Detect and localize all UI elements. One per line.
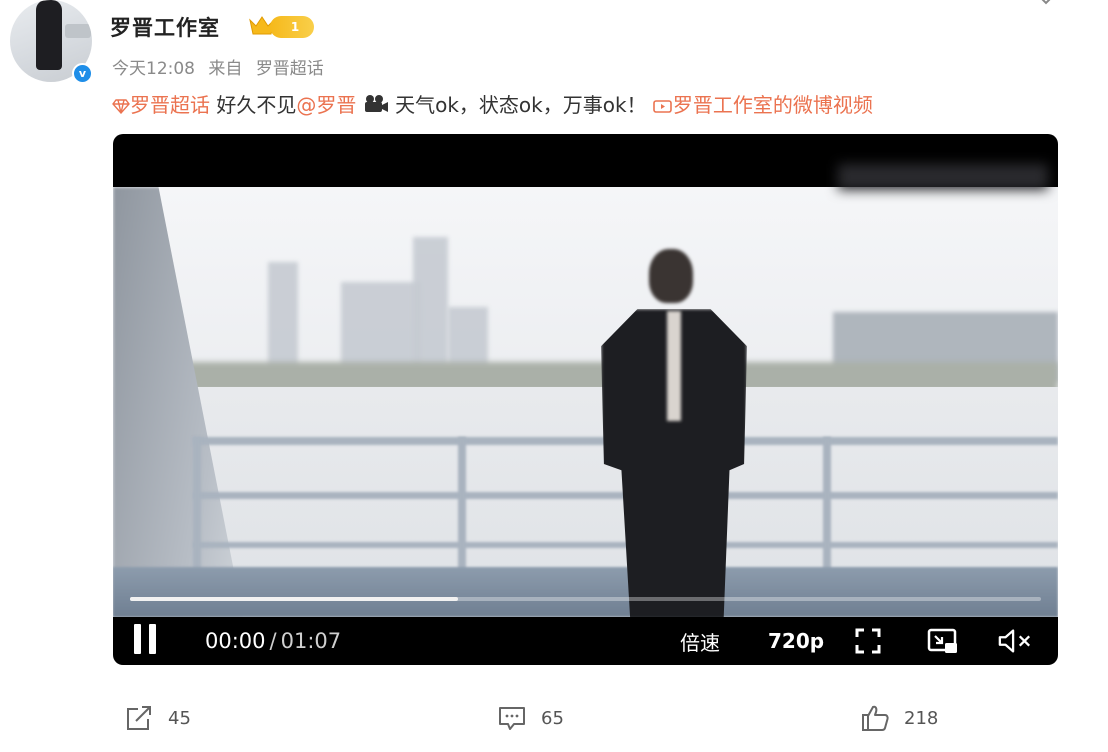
post-time[interactable]: 今天12:08: [112, 59, 195, 79]
comment-button[interactable]: 65: [497, 696, 564, 740]
time-display: 00:00 / 01:07: [205, 617, 341, 665]
post-actions: 45 65 218: [0, 696, 1108, 740]
comment-icon: [499, 707, 525, 730]
time-separator: /: [269, 629, 277, 653]
mute-button[interactable]: [997, 617, 1033, 665]
duration: 01:07: [280, 629, 342, 653]
speed-button[interactable]: 倍速: [680, 617, 720, 665]
share-count: 45: [168, 707, 191, 729]
level-badge: 1: [270, 16, 314, 38]
post-text-1: 好久不见: [216, 93, 297, 117]
source-prefix: 来自: [208, 59, 243, 79]
weibo-post: v 罗晋工作室 1 今天12:08 来自 罗晋超话 罗晋超话 好久不见@罗晋 天…: [0, 0, 1108, 752]
video-source-link[interactable]: 罗晋工作室的微博视频: [653, 93, 873, 117]
post-source[interactable]: 罗晋超话: [256, 59, 324, 79]
fullscreen-icon: [855, 628, 881, 654]
progress-buffered: [130, 597, 458, 601]
like-count: 218: [904, 707, 939, 729]
diamond-icon: [112, 99, 130, 114]
mute-icon: [998, 629, 1031, 653]
pause-button[interactable]: [127, 617, 163, 665]
picture-in-picture-icon: [927, 628, 957, 653]
share-button[interactable]: 45: [124, 696, 191, 740]
comment-count: 65: [541, 707, 564, 729]
current-time: 00:00: [205, 629, 266, 653]
video-controls: 00:00 / 01:07 倍速 720p: [113, 617, 1058, 665]
video-link-icon: [653, 100, 672, 113]
movie-camera-icon: [364, 95, 388, 112]
like-button[interactable]: 218: [860, 696, 938, 740]
video-frame[interactable]: [113, 187, 1058, 617]
fullscreen-button[interactable]: [850, 617, 886, 665]
pause-icon: [130, 624, 160, 658]
super-topic-link[interactable]: 罗晋超话: [112, 93, 216, 117]
post-text-2: 天气ok，状态ok，万事ok！: [395, 93, 647, 117]
super-topic-label: 罗晋超话: [130, 93, 210, 117]
blurred-watermark: [838, 164, 1048, 190]
video-source-label: 罗晋工作室的微博视频: [672, 93, 873, 117]
quality-button[interactable]: 720p: [768, 617, 824, 665]
share-icon: [127, 706, 151, 730]
chevron-down-icon[interactable]: [1036, 0, 1056, 6]
progress-bar[interactable]: [130, 597, 1041, 601]
pip-button[interactable]: [925, 617, 961, 665]
thumbs-up-icon: [862, 705, 889, 731]
post-content: 罗晋超话 好久不见@罗晋 天气ok，状态ok，万事ok！ 罗晋工作室的微博视频: [112, 89, 873, 118]
username[interactable]: 罗晋工作室: [110, 12, 220, 42]
video-subject: [601, 249, 751, 617]
video-player[interactable]: 00:00 / 01:07 倍速 720p: [113, 134, 1058, 665]
verified-badge-icon: v: [72, 63, 93, 84]
mention-link[interactable]: @罗晋: [296, 93, 356, 117]
post-meta: 今天12:08 来自 罗晋超话: [112, 54, 332, 79]
